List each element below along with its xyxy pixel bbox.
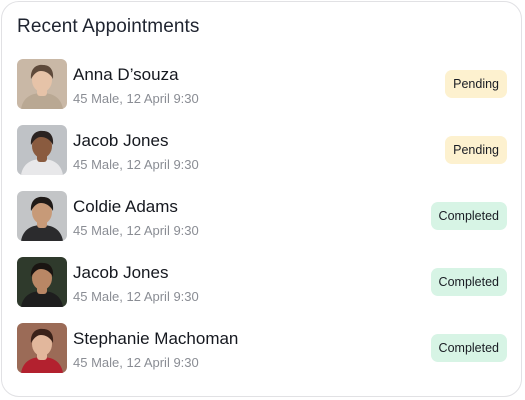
appointment-details: 45 Male, 12 April 9:30 <box>73 91 199 106</box>
appointment-row[interactable]: Coldie Adams 45 Male, 12 April 9:30 Comple… <box>2 190 521 242</box>
patient-name: Jacob Jones <box>73 263 169 282</box>
status-badge: Completed <box>430 334 507 362</box>
status-badge: Pending <box>445 136 507 164</box>
appointment-details: 45 Male, 12 April 9:30 <box>73 157 199 172</box>
status-badge: Completed <box>430 268 507 296</box>
appointment-details: 45 Male, 12 April 9:30 <box>73 355 199 370</box>
patient-avatar <box>17 323 67 373</box>
appointment-details: 45 Male, 12 April 9:30 <box>73 223 199 238</box>
patient-avatar <box>17 125 67 175</box>
appointment-row[interactable]: Jacob Jones 45 Male, 12 April 9:30 Pending <box>2 124 521 176</box>
patient-name: Jacob Jones <box>73 131 169 150</box>
patient-name: Coldie Adams <box>73 197 178 216</box>
status-badge: Completed <box>430 202 507 230</box>
patient-avatar <box>17 59 67 109</box>
recent-appointments-card: Recent Appointments Anna D’souza 45 Male,… <box>1 1 522 397</box>
patient-avatar <box>17 191 67 241</box>
appointment-details: 45 Male, 12 April 9:30 <box>73 289 199 304</box>
card-title: Recent Appointments <box>17 16 200 37</box>
patient-avatar <box>17 257 67 307</box>
patient-name: Anna D’souza <box>73 65 179 84</box>
status-badge: Pending <box>445 70 507 98</box>
appointment-row[interactable]: Anna D’souza 45 Male, 12 April 9:30 Pendin… <box>2 58 521 110</box>
patient-name: Stephanie Machoman <box>73 329 239 348</box>
appointment-row[interactable]: Stephanie Machoman 45 Male, 12 April 9:30… <box>2 322 521 374</box>
appointment-row[interactable]: Jacob Jones 45 Male, 12 April 9:30 Complet… <box>2 256 521 308</box>
